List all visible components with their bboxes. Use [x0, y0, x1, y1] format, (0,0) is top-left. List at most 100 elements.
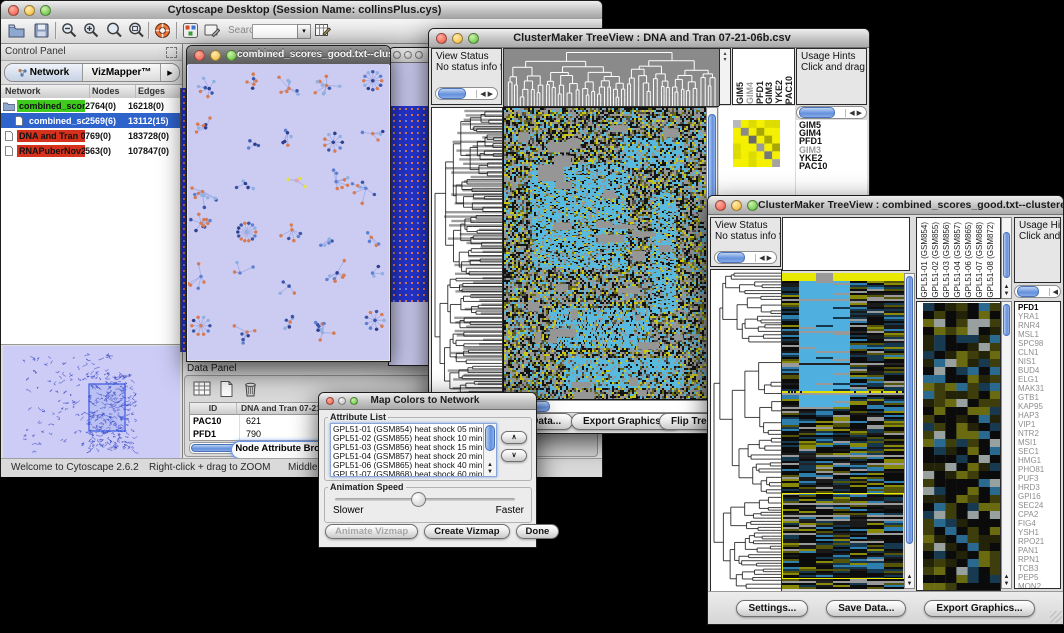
dialog-title-bar[interactable]: Map Colors to Network: [319, 393, 536, 410]
close-button[interactable]: [194, 50, 205, 61]
new-page-icon[interactable]: [217, 380, 236, 398]
float-panel-icon[interactable]: [166, 47, 177, 58]
column-label[interactable]: GIM4: [745, 82, 755, 104]
attribute-editor-icon[interactable]: [314, 22, 331, 39]
zoom-button[interactable]: [415, 51, 423, 59]
attribute-listbox[interactable]: GPL51-01 (GSM854) heat shock 05 min GPL51…: [330, 423, 497, 477]
zoom-in-icon[interactable]: [83, 22, 100, 39]
search-input[interactable]: [252, 24, 300, 39]
zoom-button[interactable]: [468, 33, 479, 44]
network-graph-canvas[interactable]: [188, 64, 389, 360]
attribute-list-vscroll-thumb[interactable]: [485, 425, 495, 451]
help-icon[interactable]: [154, 22, 171, 39]
gene-label[interactable]: RPO21: [1018, 537, 1060, 546]
gene-label[interactable]: VIP1: [1018, 420, 1060, 429]
column-label[interactable]: GPL51-04 (GSM857): [953, 222, 964, 298]
scroll-arrows[interactable]: ▲▼: [1002, 284, 1011, 298]
tab-network[interactable]: Network: [5, 64, 83, 81]
gene-label[interactable]: HMG1: [1018, 456, 1060, 465]
zoom-button[interactable]: [40, 5, 51, 16]
network-view-title-bar[interactable]: combined_scores_good.txt--cluste...: [187, 46, 390, 65]
treeview1-scroll-strip[interactable]: ▴▾: [719, 48, 731, 105]
treeview2-vscrollbar[interactable]: ▲▼: [904, 273, 915, 589]
search-dropdown-arrow[interactable]: ▾: [297, 24, 311, 39]
treeview1-column-dendrogram[interactable]: [503, 48, 720, 107]
column-label[interactable]: GPL51-02 (GSM855): [931, 222, 942, 298]
network-table-row[interactable]: combined_sco2569(6)13112(15): [1, 113, 182, 128]
gene-label[interactable]: MON2: [1018, 582, 1060, 589]
column-label[interactable]: GPL51-01 (GSM854): [920, 222, 931, 298]
usage-hints-hscrollbar[interactable]: ◀▶: [796, 106, 867, 119]
dense-network-canvas[interactable]: [391, 106, 432, 302]
gene-label[interactable]: PAN1: [1018, 546, 1060, 555]
minimize-button[interactable]: [404, 51, 412, 59]
gene-label[interactable]: TCB3: [1018, 564, 1060, 573]
gene-label[interactable]: SEC1: [1018, 447, 1060, 456]
scroll-arrows[interactable]: ▲▼: [484, 462, 496, 476]
column-label[interactable]: PAC10: [784, 76, 794, 104]
genelist-vscroll-thumb[interactable]: [1003, 304, 1010, 336]
gene-label[interactable]: PUF3: [1018, 474, 1060, 483]
attribute-list-item[interactable]: GPL51-03 (GSM856) heat shock 15 min: [333, 443, 496, 452]
speed-slider-thumb[interactable]: [411, 492, 426, 507]
treeview2-title-bar[interactable]: ClusterMaker TreeView : combined_scores_…: [708, 196, 1063, 215]
attribute-list-item[interactable]: GPL51-04 (GSM857) heat shock 20 min: [333, 452, 496, 461]
zoom-button[interactable]: [350, 397, 358, 405]
treeview1-heatmap[interactable]: [503, 107, 708, 400]
gene-label[interactable]: NIS1: [1018, 357, 1060, 366]
gene-label[interactable]: YRA1: [1018, 312, 1060, 321]
treeview2-collabel-vscrollbar[interactable]: ▲▼: [1001, 217, 1012, 299]
treeview1-cluster-matrix[interactable]: [733, 120, 780, 167]
create-vizmapbutton[interactable]: Create Vizmap: [424, 524, 509, 539]
attribute-list-vscrollbar[interactable]: ▲▼: [483, 424, 496, 476]
attribute-list-item[interactable]: GPL51-06 (GSM865) heat shock 40 min: [333, 461, 496, 470]
gene-label[interactable]: SPC98: [1018, 339, 1060, 348]
minimize-button[interactable]: [731, 200, 742, 211]
column-label[interactable]: YKE2: [774, 80, 784, 104]
gene-label[interactable]: NTR2: [1018, 429, 1060, 438]
column-label[interactable]: GPL51-08 (GSM872): [986, 222, 997, 298]
gene-label[interactable]: GTB1: [1018, 393, 1060, 402]
column-label[interactable]: GPL51-06 (GSM865): [964, 222, 975, 298]
column-label[interactable]: GPL51-03 (GSM856): [942, 222, 953, 298]
row-label[interactable]: PAC10: [799, 162, 867, 170]
zoom-fit-icon[interactable]: [128, 22, 145, 39]
minimize-button[interactable]: [338, 397, 346, 405]
gene-label[interactable]: CLN1: [1018, 348, 1060, 357]
gene-label[interactable]: HRD3: [1018, 483, 1060, 492]
resize-grip[interactable]: [1050, 611, 1062, 623]
zoom-selected-icon[interactable]: [106, 22, 123, 39]
treeview2-vscroll-thumb[interactable]: [906, 276, 913, 544]
annotation-icon[interactable]: [203, 22, 220, 39]
network-table-row[interactable]: DNA and Tran 07769(0)183728(0): [1, 128, 182, 143]
gene-label[interactable]: MSI1: [1018, 438, 1060, 447]
minimize-button[interactable]: [452, 33, 463, 44]
gene-label[interactable]: PHO81: [1018, 465, 1060, 474]
minimize-button[interactable]: [210, 50, 221, 61]
treeview2-zoom-heatmap[interactable]: [923, 303, 1001, 591]
column-label[interactable]: GIM5: [735, 82, 745, 104]
gene-label[interactable]: MAK31: [1018, 384, 1060, 393]
tab-vizmapper[interactable]: VizMapper™: [83, 64, 160, 81]
gene-label[interactable]: FIG4: [1018, 519, 1060, 528]
gene-label[interactable]: SEC24: [1018, 501, 1060, 510]
attribute-list-item[interactable]: GPL51-01 (GSM854) heat shock 05 min: [333, 425, 496, 434]
donebutton[interactable]: Done: [516, 524, 560, 539]
view-status-hscrollbar[interactable]: ◀▶: [714, 251, 777, 264]
gene-label[interactable]: GPI16: [1018, 492, 1060, 501]
save-data-button[interactable]: Save Data...: [826, 600, 906, 617]
open-file-icon[interactable]: [8, 22, 25, 39]
gene-label[interactable]: YSH1: [1018, 528, 1060, 537]
main-title-bar[interactable]: Cytoscape Desktop (Session Name: collins…: [1, 1, 602, 20]
trash-icon[interactable]: [241, 380, 260, 398]
network-table-row[interactable]: RNAPuberNov2+|563(0)107847(0): [1, 143, 182, 158]
treeview2-genelist-vscrollbar[interactable]: ▲▼: [1001, 301, 1012, 589]
gene-label[interactable]: PEP5: [1018, 573, 1060, 582]
scroll-arrows[interactable]: ▲▼: [1002, 574, 1011, 588]
treeview1-vscroll-thumb[interactable]: [708, 114, 716, 202]
vizmapper-icon[interactable]: [182, 22, 199, 39]
birdseye-view[interactable]: [3, 346, 180, 458]
export-graphics-button[interactable]: Export Graphics...: [924, 600, 1034, 617]
gene-label[interactable]: HAP3: [1018, 411, 1060, 420]
network-table-row[interactable]: combined_scores2764(0)16218(0): [1, 98, 182, 113]
